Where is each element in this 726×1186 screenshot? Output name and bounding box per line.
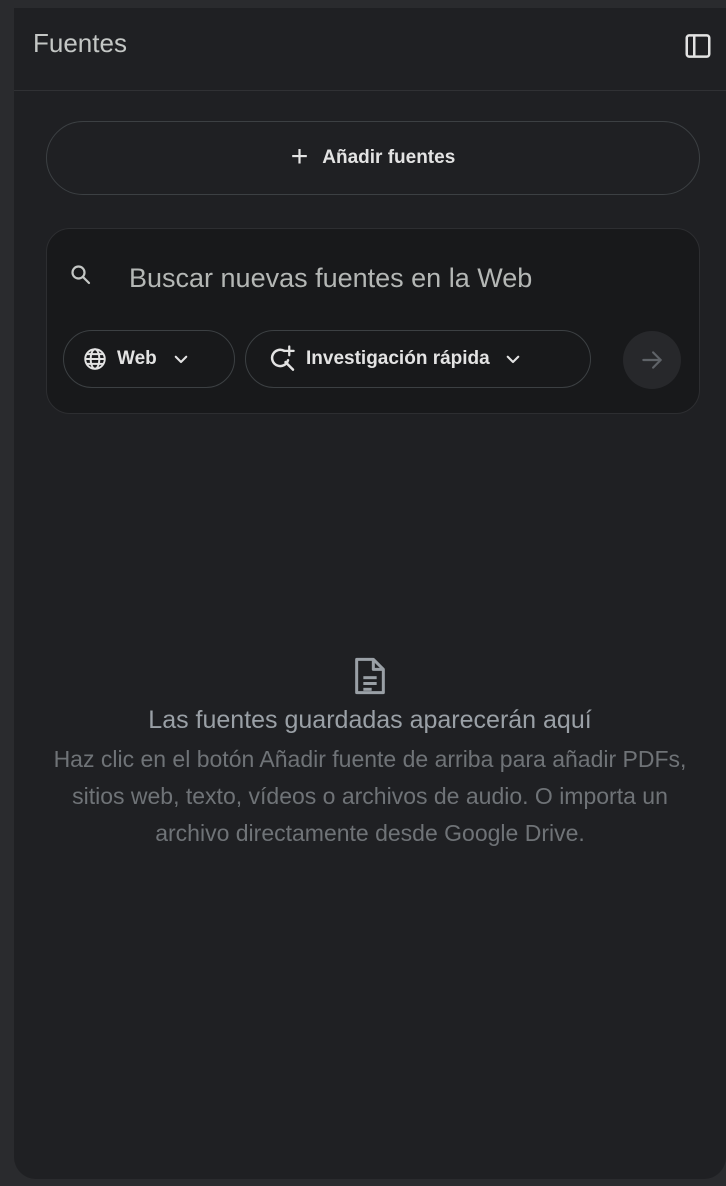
globe-icon xyxy=(84,348,106,370)
empty-state-description: Haz clic en el botón Añadir fuente de ar… xyxy=(53,746,687,846)
chevron-down-icon xyxy=(504,350,522,368)
add-sources-label: Añadir fuentes xyxy=(322,147,456,168)
search-input[interactable] xyxy=(129,255,669,301)
panel-header: Fuentes xyxy=(14,8,726,91)
chevron-down-icon xyxy=(172,350,190,368)
sparkle-search-icon xyxy=(270,345,295,371)
web-search-card: Web Investigación rápida xyxy=(46,228,700,414)
research-mode-dropdown[interactable]: Investigación rápida xyxy=(245,330,591,388)
panel-title: Fuentes xyxy=(33,28,127,58)
document-icon xyxy=(14,656,726,696)
empty-state: Las fuentes guardadas aparecerán aquí Ha… xyxy=(14,656,726,852)
search-icon xyxy=(71,265,91,285)
collapse-panel-button[interactable] xyxy=(680,28,716,64)
arrow-right-icon xyxy=(642,351,662,369)
source-type-label: Web xyxy=(117,348,157,369)
panel-toggle-icon xyxy=(685,34,711,58)
submit-search-button[interactable] xyxy=(623,331,681,389)
sources-panel: Fuentes + Añadir fuentes Web xyxy=(14,8,726,1179)
add-sources-button[interactable]: + Añadir fuentes xyxy=(46,121,700,195)
research-mode-label: Investigación rápida xyxy=(306,348,490,369)
empty-state-title: Las fuentes guardadas aparecerán aquí xyxy=(148,706,592,734)
source-type-dropdown[interactable]: Web xyxy=(63,330,235,388)
plus-icon: + xyxy=(290,139,309,173)
